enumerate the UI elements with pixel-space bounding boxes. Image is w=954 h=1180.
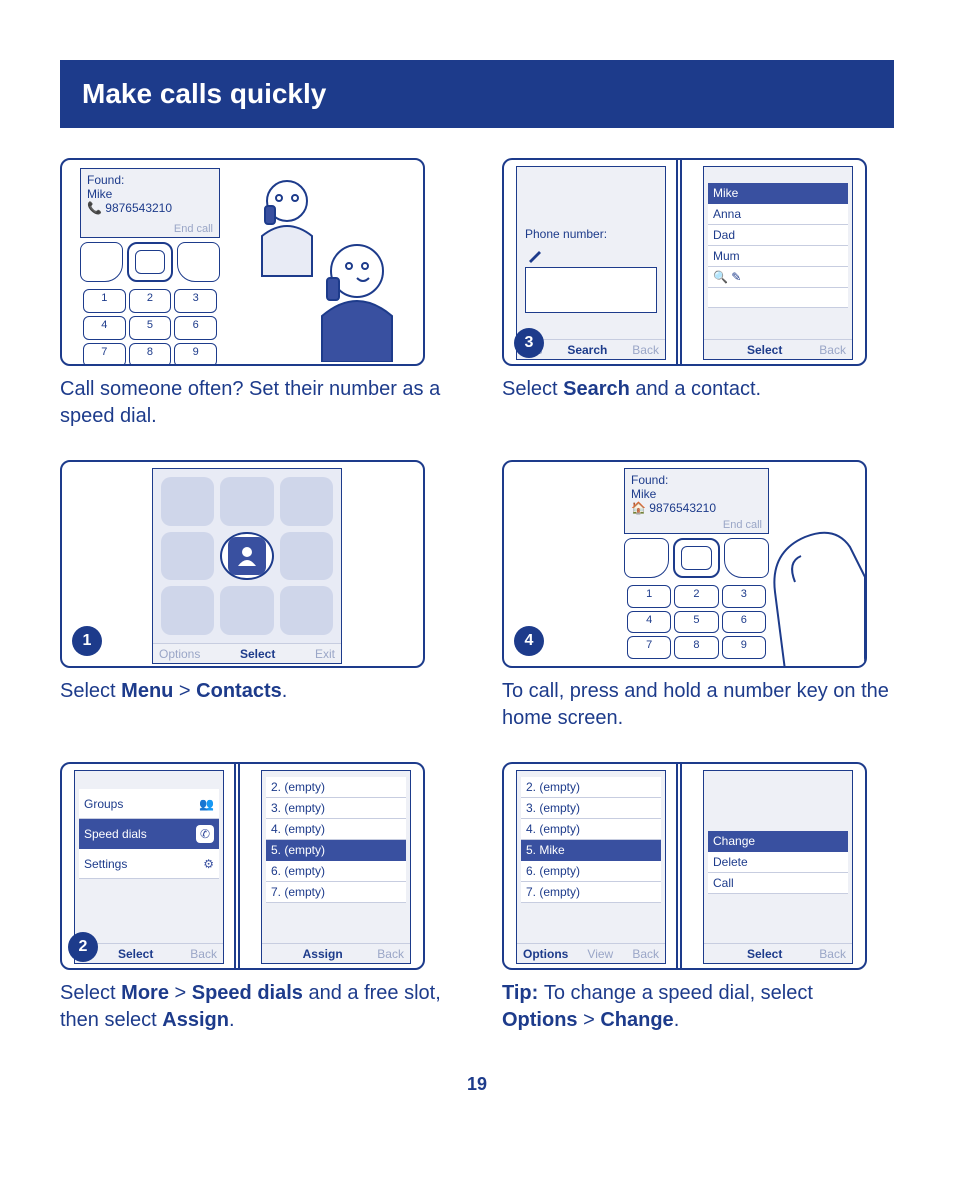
contact-item: Anna [708,204,848,225]
key-3: 3 [174,289,217,313]
empty-row [708,288,848,308]
slot-item: 2. (empty) [266,777,406,798]
found-label: Found: [631,473,762,487]
slot-item: 4. (empty) [521,819,661,840]
groups-icon: 👥 [199,797,214,811]
softkey-back: Back [190,947,217,961]
tip-caption: Tip: To change a speed dial, select Opti… [502,980,894,1034]
menu-item-delete: Delete [708,852,848,873]
page-title: Make calls quickly [60,60,894,128]
tip-illustration: 2. (empty) 3. (empty) 4. (empty) 5. Mike… [502,762,867,970]
softkey-exit: Exit [315,647,335,661]
step-badge-3: 3 [514,328,544,358]
softkey-select: Select [747,947,782,961]
key-2: 2 [129,289,172,313]
slot-item: 5. (empty) [266,840,406,861]
found-label: Found: [87,173,213,187]
softkey-assign: Assign [303,947,343,961]
key-8: 8 [129,343,172,366]
step3-caption: Select Search and a contact. [502,376,894,403]
slot-item: 5. Mike [521,840,661,861]
softkey-back: Back [819,343,846,357]
contact-number: 📞 9876543210 [87,201,213,215]
speed-dial-icon: ✆ [196,825,214,843]
step-badge-2: 2 [68,932,98,962]
key-9: 9 [174,343,217,366]
contact-name: Mike [87,187,213,201]
step2-caption: Select More > Speed dials and a free slo… [60,980,452,1034]
menu-item-change: Change [708,831,848,852]
end-call-label: End call [174,223,213,235]
key-6: 6 [174,316,217,340]
softkey-back: Back [819,947,846,961]
softkey-back: Back [377,947,404,961]
contact-item: Mum [708,246,848,267]
slot-item: 6. (empty) [266,861,406,882]
step3-illustration: Phone number: ons Search Back 3 Mike Ann… [502,158,867,366]
step-badge-4: 4 [514,626,544,656]
softkey-select: Select [240,647,275,661]
list-item-speed-dials: Speed dials ✆ [79,819,219,849]
intro-caption: Call someone often? Set their number as … [60,376,452,430]
softkey-options: Options [523,947,568,961]
slot-item: 3. (empty) [266,798,406,819]
step-badge-1: 1 [72,626,102,656]
softkey-back: Back [632,343,659,357]
contact-item: Dad [708,225,848,246]
step1-illustration: 1 [60,460,425,668]
contact-number: 🏠 9876543210 [631,501,762,515]
softkey-search: Search [567,343,607,357]
softkey-select: Select [118,947,153,961]
slot-item: 3. (empty) [521,798,661,819]
slot-item: 4. (empty) [266,819,406,840]
softkey-options: Options [159,647,200,661]
step2-illustration: 2 Groups 👥 Speed dials ✆ Settings ⚙ [60,762,425,970]
page-number: 19 [60,1074,894,1095]
step4-illustration: 4 Found: Mike 🏠 9876543210 End call [502,460,867,668]
slot-item: 7. (empty) [521,882,661,903]
people-icon [227,166,417,362]
key-1: 1 [83,289,126,313]
contact-name: Mike [631,487,762,501]
key-4: 4 [83,316,126,340]
softkey-select: Select [747,343,782,357]
slot-item: 2. (empty) [521,777,661,798]
key-7: 7 [83,343,126,366]
key-5: 5 [129,316,172,340]
phone-number-label: Phone number: [525,227,657,241]
softkey-view: View [587,947,613,961]
list-item-settings: Settings ⚙ [79,849,219,879]
contact-item: Mike [708,183,848,204]
pencil-icon [527,247,543,263]
intro-illustration: Found: Mike 📞 9876543210 End call 1 2 [60,158,425,366]
step1-caption: Select Menu > Contacts. [60,678,452,705]
slot-item: 6. (empty) [521,861,661,882]
slot-item: 7. (empty) [266,882,406,903]
hand-icon [755,502,865,668]
step4-caption: To call, press and hold a number key on … [502,678,894,732]
contacts-icon [228,537,266,575]
menu-item-call: Call [708,873,848,894]
softkey-back: Back [632,947,659,961]
list-item-groups: Groups 👥 [79,789,219,819]
gear-icon: ⚙ [203,857,214,871]
search-row: 🔍 ✎ [708,267,848,288]
